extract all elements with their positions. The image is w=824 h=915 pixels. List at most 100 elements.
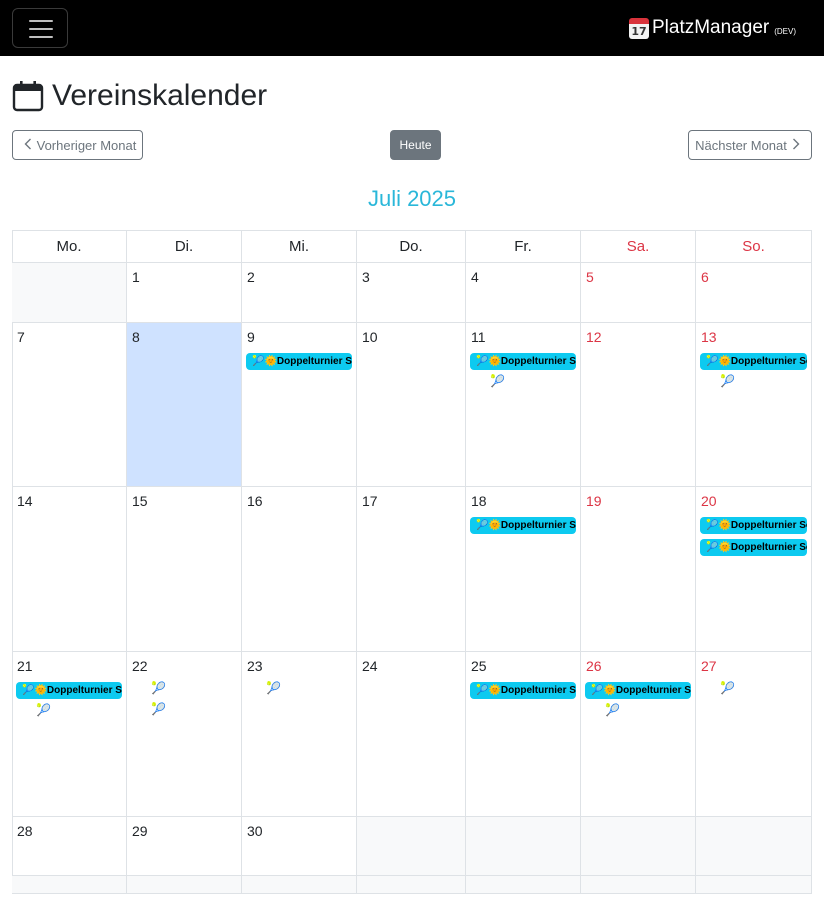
day-number: 13: [701, 329, 717, 345]
calendar-day[interactable]: 14: [12, 487, 127, 652]
calendar-event[interactable]: 🎾🌞Doppelturnier Sommer: [16, 682, 122, 699]
weekday-header: Sa.: [581, 230, 696, 263]
calendar-day[interactable]: 30: [242, 817, 357, 876]
calendar-day[interactable]: 18 🎾🌞Doppelturnier Sommer: [466, 487, 581, 652]
calendar-day[interactable]: 20 🎾🌞Doppelturnier Sommer 🎾🌞Doppelturnier …: [696, 487, 812, 652]
calendar-day[interactable]: 3: [357, 263, 466, 323]
day-number: 19: [586, 493, 602, 509]
calendar-day[interactable]: 15: [127, 487, 242, 652]
calendar-day-empty: [12, 263, 127, 323]
calendar-day[interactable]: 24: [357, 652, 466, 817]
day-number: 3: [362, 269, 370, 285]
navbar: 17 PlatzManager (DEV): [0, 0, 824, 56]
env-tag: (DEV): [774, 27, 796, 36]
calendar-day-empty: [696, 876, 812, 894]
weekday-header: Mi.: [242, 230, 357, 263]
tennis-racket-icon[interactable]: 🎾: [490, 374, 505, 388]
calendar-day-empty: [12, 876, 127, 894]
day-number: 5: [586, 269, 594, 285]
day-number: 22: [132, 658, 148, 674]
day-number: 24: [362, 658, 378, 674]
calendar-event[interactable]: 🎾🌞Doppelturnier Sommer: [246, 353, 352, 370]
tennis-racket-icon[interactable]: 🎾: [266, 681, 281, 695]
calendar-event[interactable]: 🎾🌞Doppelturnier Sommer: [470, 682, 576, 699]
day-number: 23: [247, 658, 263, 674]
calendar-day[interactable]: 27 🎾: [696, 652, 812, 817]
calendar-day-empty: [127, 876, 242, 894]
calendar-event[interactable]: 🎾🌞Doppelturnier Sommer: [700, 539, 807, 556]
calendar-day[interactable]: 22 🎾 🎾: [127, 652, 242, 817]
day-number: 25: [471, 658, 487, 674]
calendar-day-empty: [581, 876, 696, 894]
calendar-day[interactable]: 17: [357, 487, 466, 652]
calendar-event[interactable]: 🎾🌞Doppelturnier Sommer: [700, 517, 807, 534]
calendar-day[interactable]: 19: [581, 487, 696, 652]
previous-month-button[interactable]: Vorheriger Monat: [12, 130, 143, 160]
day-number: 9: [247, 329, 255, 345]
calendar-day-empty: [581, 817, 696, 876]
day-number: 30: [247, 823, 263, 839]
day-number: 7: [17, 329, 25, 345]
calendar-day[interactable]: 29: [127, 817, 242, 876]
tennis-racket-icon[interactable]: 🎾: [720, 374, 735, 388]
calendar-event[interactable]: 🎾🌞Doppelturnier Sommer: [700, 353, 807, 370]
weekday-header: So.: [696, 230, 812, 263]
calendar-day[interactable]: 10: [357, 323, 466, 487]
calendar-day[interactable]: 5: [581, 263, 696, 323]
day-number: 29: [132, 823, 148, 839]
day-number: 16: [247, 493, 263, 509]
tennis-racket-icon[interactable]: 🎾: [151, 702, 166, 716]
tennis-racket-icon[interactable]: 🎾: [720, 681, 735, 695]
calendar-day[interactable]: 26 🎾🌞Doppelturnier Sommer 🎾: [581, 652, 696, 817]
calendar-day[interactable]: 7: [12, 323, 127, 487]
calendar-day-empty: [466, 817, 581, 876]
day-number: 21: [17, 658, 33, 674]
calendar-day[interactable]: 28: [12, 817, 127, 876]
calendar-day[interactable]: 23 🎾: [242, 652, 357, 817]
menu-toggle-button[interactable]: [12, 8, 68, 48]
calendar-day-empty: [466, 876, 581, 894]
day-number: 1: [132, 269, 140, 285]
day-number: 4: [471, 269, 479, 285]
day-number: 8: [132, 329, 140, 345]
day-number: 15: [132, 493, 148, 509]
previous-month-label: Vorheriger Monat: [36, 137, 137, 153]
calendar-day-today[interactable]: 8: [127, 323, 242, 487]
next-month-label: Nächster Monat: [695, 137, 787, 153]
calendar-day[interactable]: 9 🎾🌞Doppelturnier Sommer: [242, 323, 357, 487]
calendar-day[interactable]: 2: [242, 263, 357, 323]
tennis-racket-icon[interactable]: 🎾: [36, 703, 51, 717]
weekday-header: Mo.: [12, 230, 127, 263]
day-number: 28: [17, 823, 33, 839]
calendar-day[interactable]: 16: [242, 487, 357, 652]
calendar-day[interactable]: 12: [581, 323, 696, 487]
weekday-header: Do.: [357, 230, 466, 263]
weekday-header: Fr.: [466, 230, 581, 263]
today-button[interactable]: Heute: [390, 130, 441, 160]
calendar-day[interactable]: 1: [127, 263, 242, 323]
calendar-icon: [12, 81, 44, 112]
brand-link[interactable]: 17 PlatzManager (DEV): [628, 14, 796, 42]
day-number: 27: [701, 658, 717, 674]
calendar-event[interactable]: 🎾🌞Doppelturnier Sommer: [470, 517, 576, 534]
page-heading: Vereinskalender: [12, 76, 267, 116]
page-title: Vereinskalender: [52, 79, 268, 112]
calendar-day[interactable]: 6: [696, 263, 812, 323]
day-number: 6: [701, 269, 709, 285]
calendar-day-empty: [357, 817, 466, 876]
calendar-day-empty: [357, 876, 466, 894]
calendar-day[interactable]: 11 🎾🌞Doppelturnier Sommer 🎾: [466, 323, 581, 487]
day-number: 18: [471, 493, 487, 509]
tennis-racket-icon[interactable]: 🎾: [151, 681, 166, 695]
chevron-right-icon: [792, 138, 800, 153]
calendar-day[interactable]: 13 🎾🌞Doppelturnier Sommer 🎾: [696, 323, 812, 487]
tennis-racket-icon[interactable]: 🎾: [605, 703, 620, 717]
calendar-icon: 17: [628, 17, 649, 39]
calendar-day[interactable]: 21 🎾🌞Doppelturnier Sommer 🎾: [12, 652, 127, 817]
next-month-button[interactable]: Nächster Monat: [688, 130, 812, 160]
calendar-event[interactable]: 🎾🌞Doppelturnier Sommer: [585, 682, 691, 699]
calendar-day[interactable]: 4: [466, 263, 581, 323]
calendar-event[interactable]: 🎾🌞Doppelturnier Sommer: [470, 353, 576, 370]
calendar-day[interactable]: 25 🎾🌞Doppelturnier Sommer: [466, 652, 581, 817]
calendar-day-empty: [696, 817, 812, 876]
